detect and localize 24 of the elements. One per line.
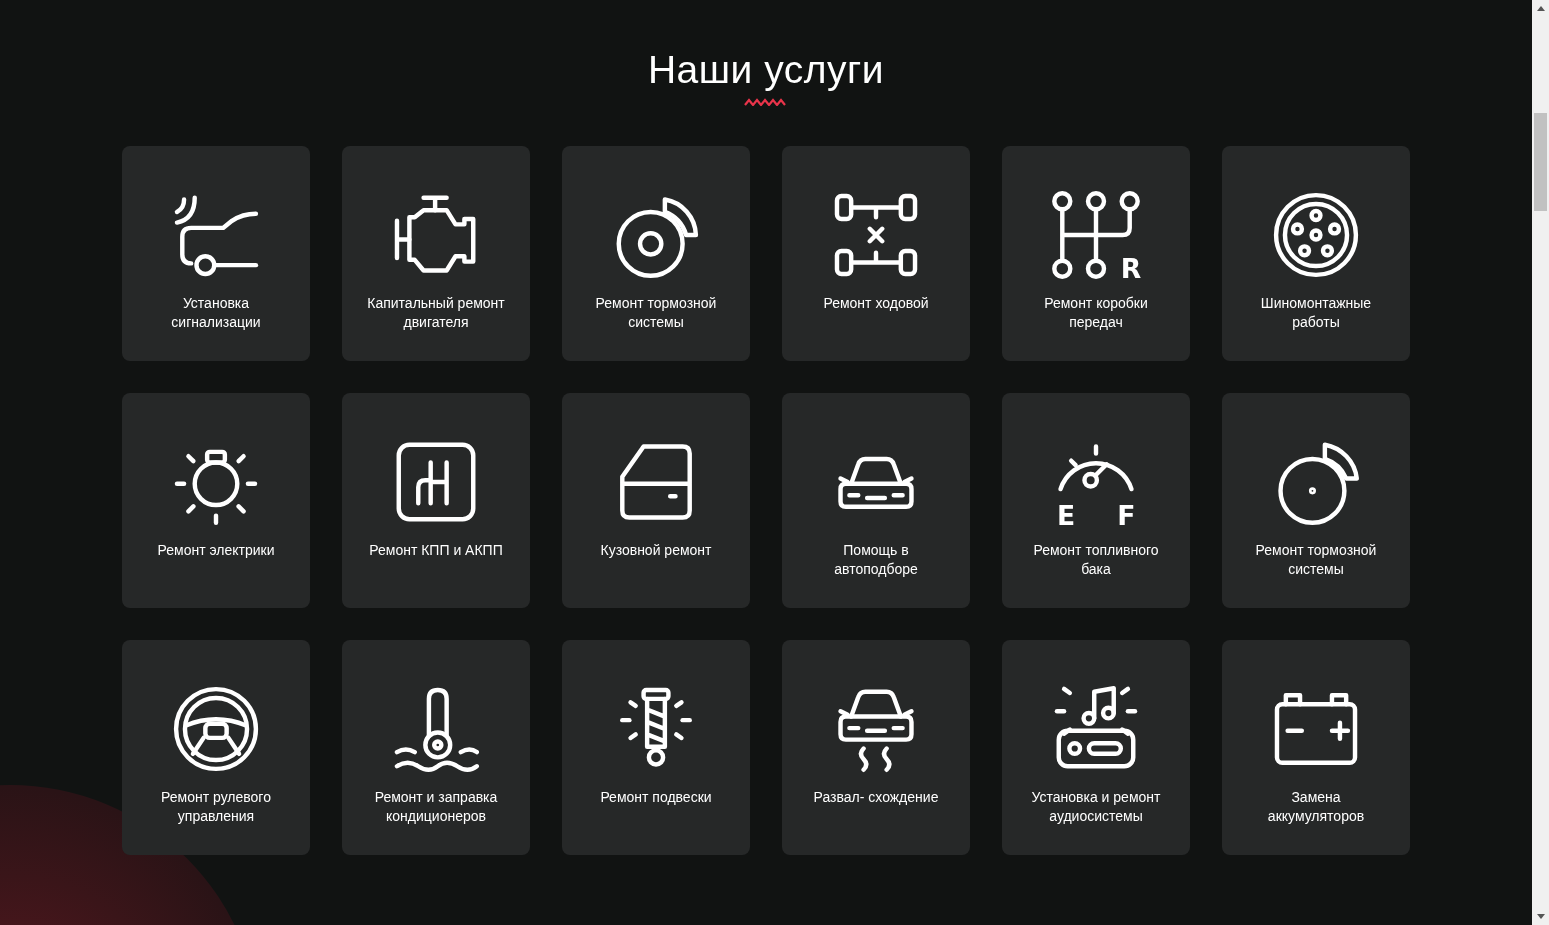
service-card[interactable]: Ремонт рулевого управления bbox=[122, 640, 310, 855]
service-card[interactable]: Ремонт тормозной системы bbox=[562, 146, 750, 361]
service-card[interactable]: Установка и ремонт аудиосистемы bbox=[1002, 640, 1190, 855]
service-card[interactable]: Кузовной ремонт bbox=[562, 393, 750, 608]
service-card[interactable]: Шиномонтажные работы bbox=[1222, 146, 1410, 361]
service-card[interactable]: R Ремонт коробки передач bbox=[1002, 146, 1190, 361]
service-card[interactable]: Развал- схождение bbox=[782, 640, 970, 855]
service-card[interactable]: Ремонт тормозной системы bbox=[1222, 393, 1410, 608]
service-card[interactable]: Ремонт подвески bbox=[562, 640, 750, 855]
service-card[interactable]: E F Ремонт топливного бака bbox=[1002, 393, 1190, 608]
scrollbar[interactable] bbox=[1532, 0, 1549, 925]
service-card[interactable]: Ремонт и заправка кондиционеров bbox=[342, 640, 530, 855]
service-card[interactable]: Установка сигнализации bbox=[122, 146, 310, 361]
service-card[interactable]: Капитальный ремонт двигателя bbox=[342, 146, 530, 361]
service-card[interactable]: Ремонт ходовой bbox=[782, 146, 970, 361]
scroll-up-icon[interactable] bbox=[1536, 6, 1545, 11]
section-title: Наши услуги bbox=[647, 47, 885, 93]
service-card[interactable]: Помощь в автоподборе bbox=[782, 393, 970, 608]
service-card[interactable]: Замена аккумуляторов bbox=[1222, 640, 1410, 855]
service-card[interactable]: Ремонт КПП и АКПП bbox=[342, 393, 530, 608]
squiggle-icon bbox=[744, 98, 786, 106]
scroll-down-icon[interactable] bbox=[1536, 914, 1545, 919]
service-card[interactable]: Ремонт электрики bbox=[122, 393, 310, 608]
scrollbar-thumb[interactable] bbox=[1534, 113, 1547, 211]
